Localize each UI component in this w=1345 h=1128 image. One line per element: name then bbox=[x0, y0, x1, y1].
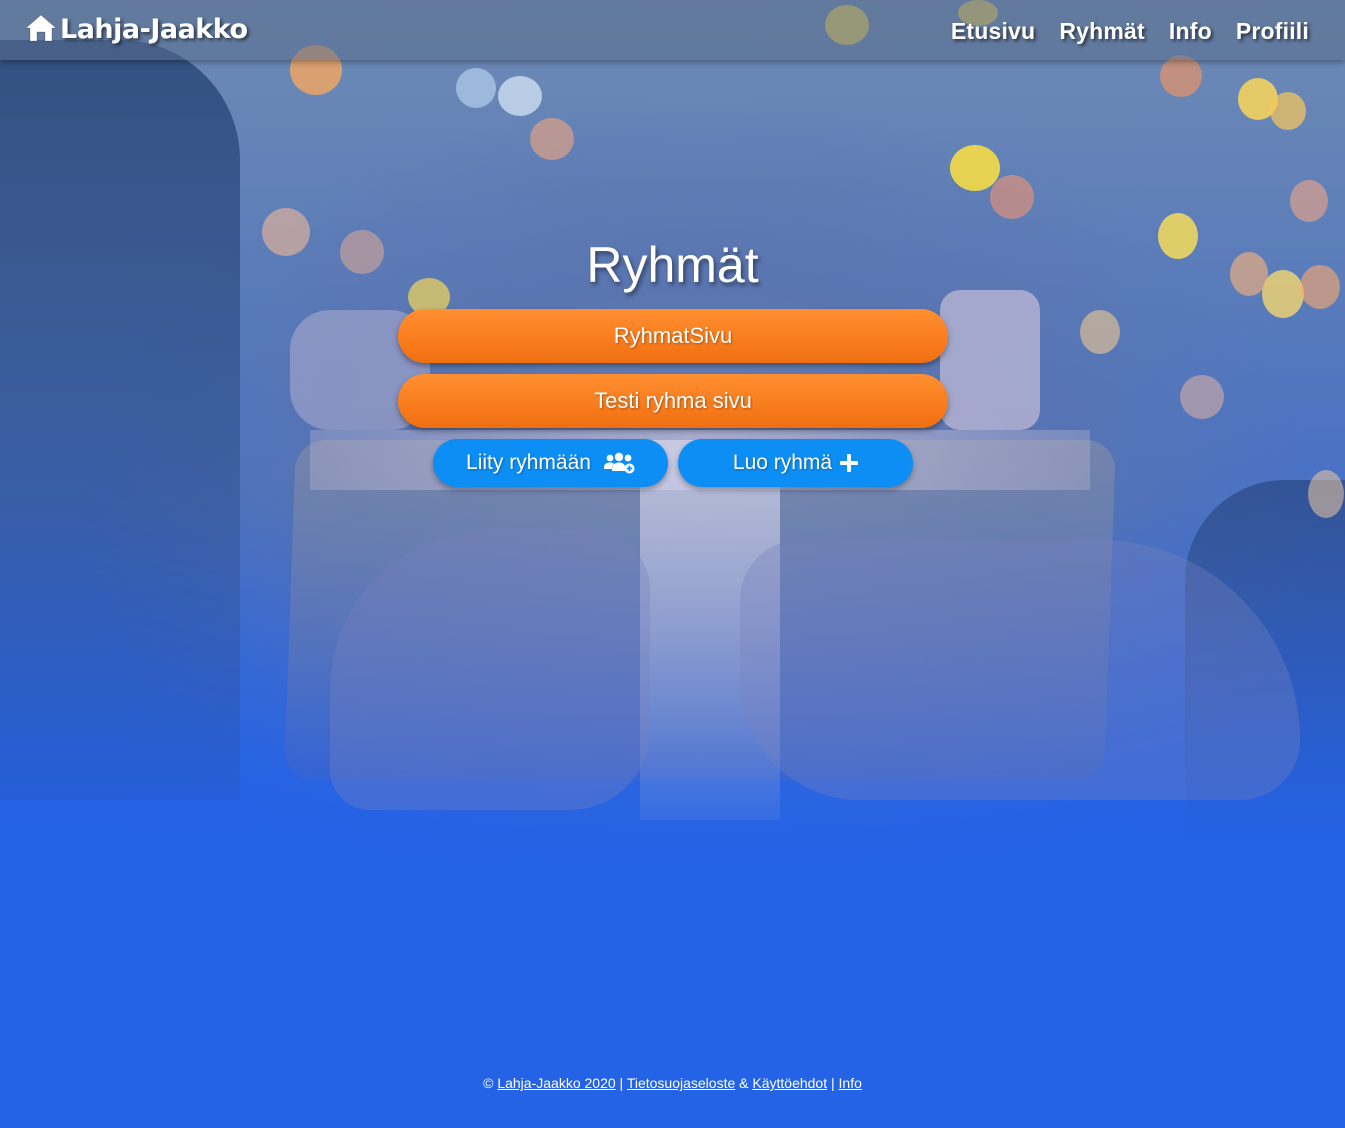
nav-link-profiili[interactable]: Profiili bbox=[1236, 16, 1309, 46]
bokeh-light bbox=[498, 76, 542, 116]
footer-brand-link[interactable]: Lahja-Jaakko 2020 bbox=[497, 1075, 615, 1091]
group-button-ryhmatsivu[interactable]: RyhmatSivu bbox=[398, 309, 948, 363]
home-icon bbox=[24, 12, 58, 48]
nav-links: Etusivu Ryhmät Info Profiili bbox=[951, 16, 1309, 46]
background-hand-right bbox=[740, 540, 1300, 800]
footer-terms-link[interactable]: Käyttöehdot bbox=[752, 1075, 827, 1091]
bokeh-light bbox=[1308, 470, 1344, 518]
join-group-label: Liity ryhmään bbox=[466, 451, 591, 474]
join-group-button[interactable]: Liity ryhmään bbox=[433, 439, 668, 487]
plus-icon bbox=[840, 454, 859, 472]
bokeh-light bbox=[990, 175, 1034, 219]
footer-separator: | bbox=[619, 1075, 624, 1091]
nav-link-info[interactable]: Info bbox=[1169, 16, 1212, 46]
footer-separator: | bbox=[831, 1075, 835, 1091]
bokeh-light bbox=[456, 68, 496, 108]
background-bow-right bbox=[940, 290, 1040, 430]
nav-link-ryhmat[interactable]: Ryhmät bbox=[1059, 16, 1145, 46]
navbar: Lahja-Jaakko Etusivu Ryhmät Info Profiil… bbox=[0, 0, 1345, 60]
create-group-label: Luo ryhmä bbox=[732, 451, 833, 474]
background-sleeve-left bbox=[0, 40, 240, 800]
footer: © Lahja-Jaakko 2020 | Tietosuojaseloste … bbox=[0, 1075, 1345, 1091]
page-title: Ryhmät bbox=[586, 237, 759, 293]
bokeh-light bbox=[530, 118, 574, 160]
bokeh-light bbox=[1160, 55, 1202, 97]
bokeh-light bbox=[1180, 375, 1224, 419]
brand-name: Lahja-Jaakko bbox=[60, 14, 248, 45]
background-photo bbox=[0, 0, 1345, 1128]
copyright-symbol: © bbox=[483, 1075, 494, 1091]
brand-logo[interactable]: Lahja-Jaakko bbox=[24, 12, 248, 48]
group-button-testi-ryhma-sivu[interactable]: Testi ryhma sivu bbox=[398, 374, 948, 428]
users-plus-icon bbox=[603, 452, 635, 474]
nav-link-etusivu[interactable]: Etusivu bbox=[951, 16, 1035, 46]
bokeh-light bbox=[1290, 180, 1328, 222]
bokeh-light bbox=[1080, 310, 1120, 354]
footer-info-link[interactable]: Info bbox=[839, 1075, 862, 1091]
create-group-button[interactable]: Luo ryhmä bbox=[678, 439, 913, 487]
bokeh-light bbox=[950, 145, 1000, 191]
bokeh-light bbox=[1270, 92, 1306, 130]
footer-ampersand: & bbox=[739, 1075, 749, 1091]
footer-privacy-link[interactable]: Tietosuojaseloste bbox=[627, 1075, 735, 1091]
